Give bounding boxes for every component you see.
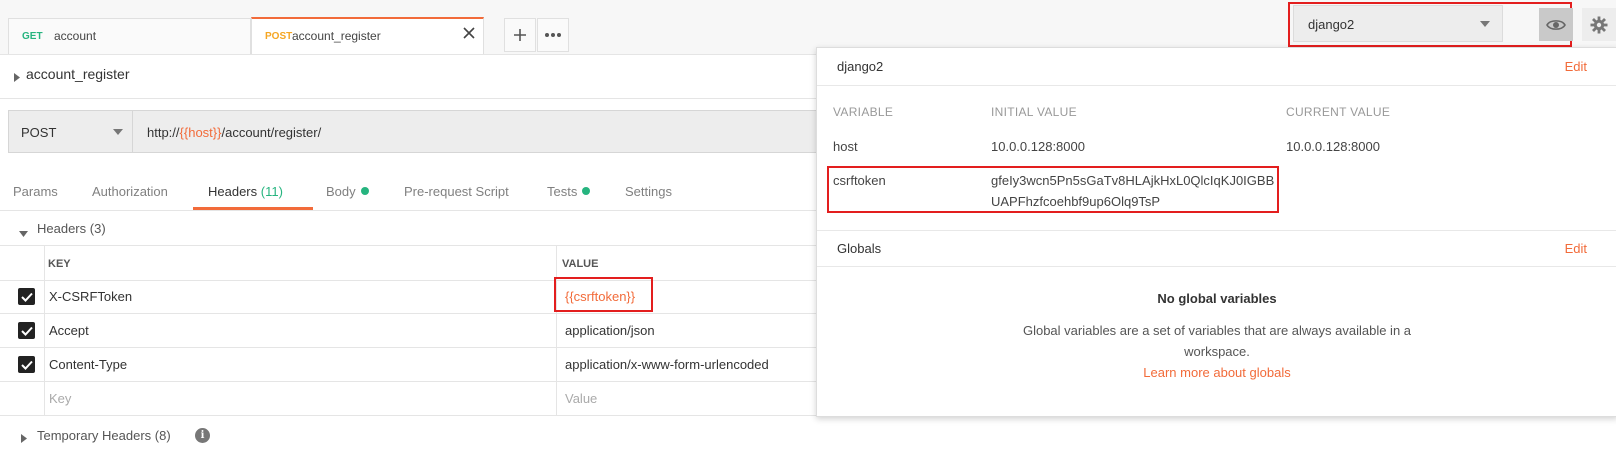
method-select[interactable]: POST [8, 110, 133, 153]
column-header-current-value: CURRENT VALUE [1286, 105, 1391, 119]
tests-indicator-dot [582, 187, 591, 195]
table-row-line [0, 313, 830, 314]
tab-label: account [54, 29, 97, 43]
tab-label: account_register [292, 29, 381, 43]
manage-environments-button[interactable] [1582, 8, 1616, 41]
new-value-input[interactable]: Value [565, 391, 597, 406]
divider [817, 266, 1616, 267]
check-icon [20, 326, 33, 336]
tab-pre-request-script[interactable]: Pre-request Script [404, 184, 509, 199]
table-row-line [0, 280, 830, 281]
learn-more-globals-link[interactable]: Learn more about globals [817, 365, 1616, 380]
tab-account-register[interactable]: POST account_register [251, 17, 484, 54]
variable-name: host [833, 139, 858, 154]
headers-section-title: Headers (3) [37, 221, 106, 236]
divider [0, 98, 830, 99]
header-key-cell[interactable]: Content-Type [49, 357, 127, 372]
header-value-cell[interactable]: application/json [565, 323, 655, 338]
environment-quick-look-popover: django2 Edit VARIABLE INITIAL VALUE CURR… [816, 47, 1616, 417]
more-icon [545, 33, 561, 37]
headers-count: (11) [260, 184, 283, 199]
method-select-value: POST [21, 125, 57, 140]
chevron-down-icon [113, 129, 123, 135]
check-icon [20, 360, 33, 370]
body-indicator-dot [360, 187, 369, 195]
divider [817, 230, 1616, 231]
tab-headers[interactable]: Headers (11) [208, 184, 283, 199]
collapse-request-icon[interactable] [14, 70, 20, 85]
expand-temp-headers-icon[interactable] [21, 431, 27, 446]
globals-description-line1: Global variables are a set of variables … [1022, 323, 1412, 338]
column-header-variable: VARIABLE [833, 105, 894, 119]
url-input[interactable]: http://{{host}}/account/register/ [133, 110, 833, 153]
table-top-line [0, 245, 830, 246]
table-row-line [0, 347, 830, 348]
tab-method: GET [22, 31, 43, 42]
table-bottom-line [0, 415, 830, 416]
plus-icon [514, 29, 526, 41]
environment-select-value: django2 [1308, 17, 1355, 32]
popover-env-name: django2 [837, 59, 884, 74]
environment-select[interactable]: django2 [1293, 5, 1503, 42]
request-name: account_register [26, 66, 130, 82]
tab-authorization[interactable]: Authorization [92, 184, 168, 199]
globals-description-line2: workspace. [1184, 344, 1250, 359]
highlight-csrftoken-value [554, 277, 653, 312]
checkbox[interactable] [18, 356, 35, 373]
environment-quick-look-button[interactable] [1539, 8, 1573, 41]
chevron-down-icon [1480, 21, 1490, 27]
header-key-cell[interactable]: Accept [49, 323, 89, 338]
tab-method: POST [265, 31, 293, 42]
highlight-csrftoken-variable [827, 166, 1279, 213]
tab-params[interactable]: Params [13, 184, 58, 199]
tab-settings[interactable]: Settings [625, 184, 672, 199]
new-tab-button[interactable] [504, 18, 536, 52]
globals-title: Globals [837, 241, 882, 256]
info-icon[interactable]: i [195, 428, 210, 443]
checkbox[interactable] [18, 322, 35, 339]
table-row-line [0, 381, 830, 382]
temporary-headers-title[interactable]: Temporary Headers (8) [37, 428, 171, 443]
header-value-cell[interactable]: application/x-www-form-urlencoded [565, 357, 769, 372]
check-icon [20, 292, 33, 302]
tab-options-button[interactable] [537, 18, 569, 52]
close-icon[interactable] [461, 25, 477, 41]
gear-icon [1590, 16, 1608, 33]
tab-tests[interactable]: Tests [547, 184, 591, 199]
header-key-cell[interactable]: X-CSRFToken [49, 289, 132, 304]
tab-account[interactable]: GET account [8, 18, 251, 54]
edit-globals-link[interactable]: Edit [1565, 241, 1587, 256]
eye-icon [1546, 19, 1566, 30]
table-col-divider [556, 245, 557, 415]
collapse-headers-icon[interactable] [19, 225, 28, 240]
no-globals-title: No global variables [1157, 291, 1277, 306]
column-header-initial-value: INITIAL VALUE [991, 105, 1077, 119]
variable-initial-value: 10.0.0.128:8000 [991, 139, 1085, 154]
active-tab-underline [193, 207, 313, 210]
divider [817, 85, 1616, 86]
column-header-key: KEY [48, 258, 71, 270]
edit-environment-link[interactable]: Edit [1565, 59, 1587, 74]
new-key-input[interactable]: Key [49, 391, 71, 406]
url-text: http://{{host}}/account/register/ [147, 125, 322, 140]
variable-current-value: 10.0.0.128:8000 [1286, 139, 1380, 154]
tab-body[interactable]: Body [326, 184, 369, 199]
column-header-value: VALUE [562, 258, 599, 270]
table-col-divider [44, 245, 45, 415]
checkbox[interactable] [18, 288, 35, 305]
